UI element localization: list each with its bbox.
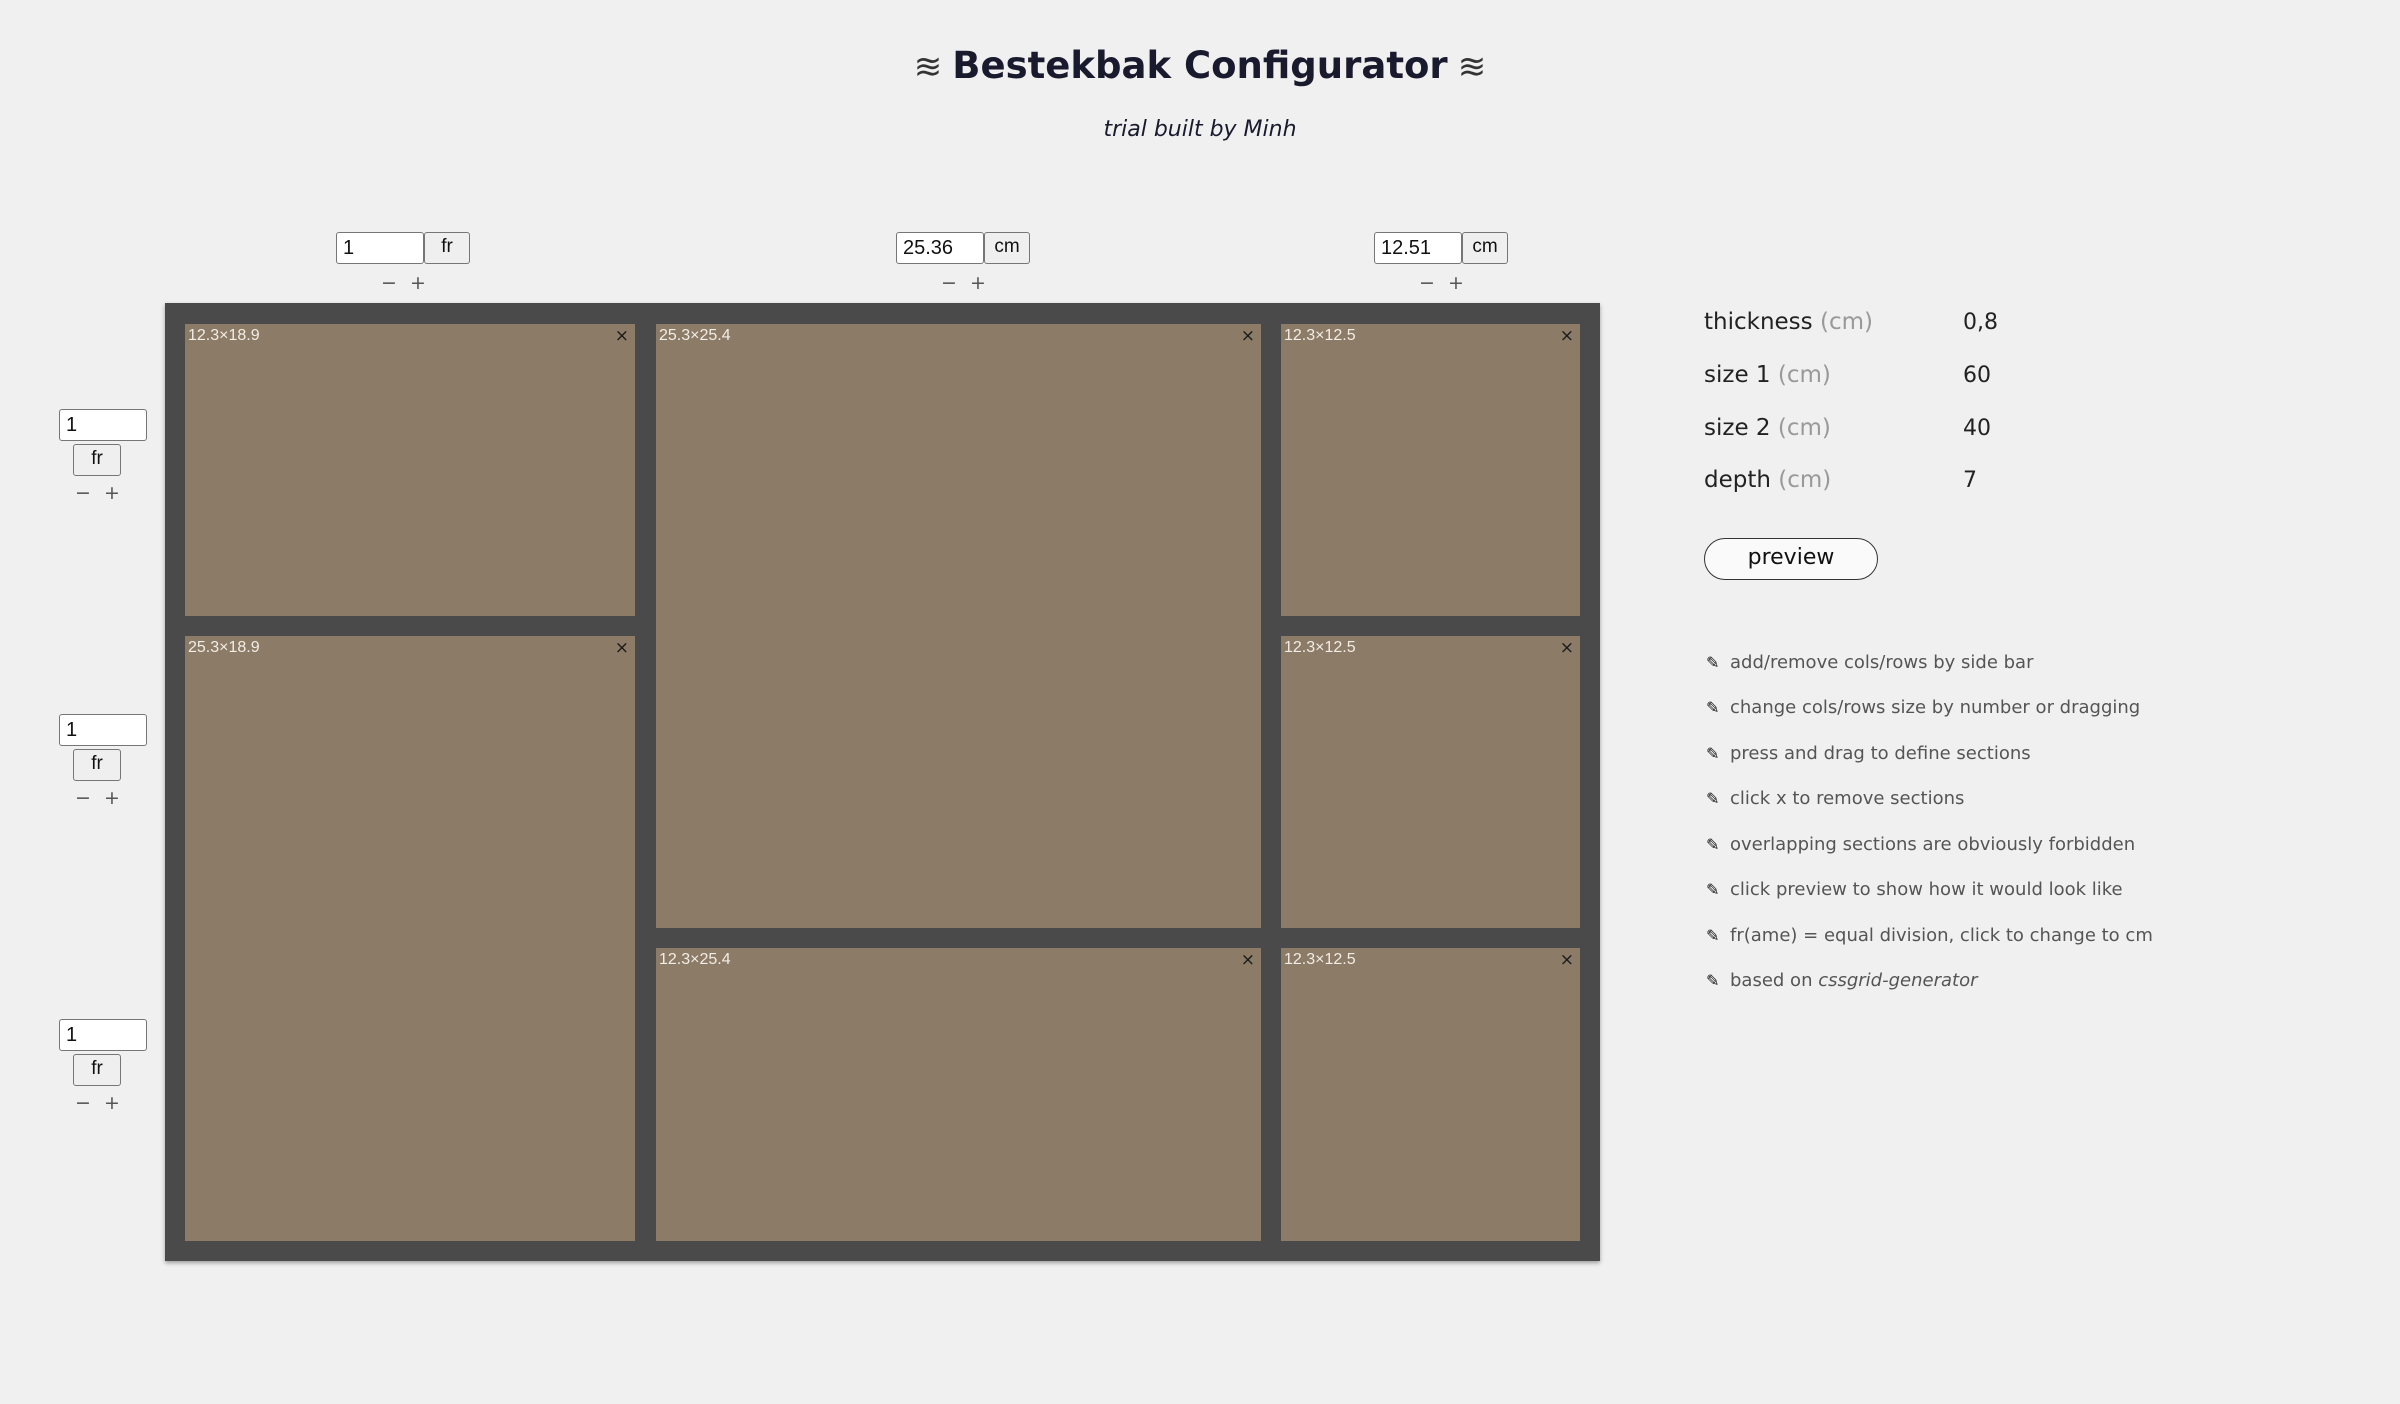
section[interactable]: 12.3×12.5 × <box>1281 948 1580 1241</box>
row-size-input[interactable]: 1 <box>59 714 147 746</box>
section-dimensions: 12.3×18.9 <box>188 327 260 344</box>
section-dimensions: 12.3×25.4 <box>659 951 731 968</box>
depth-unit: (cm) <box>1778 467 1832 493</box>
size-2-unit: (cm) <box>1777 415 1831 441</box>
title-decoration-right: ≋ <box>1457 47 1487 87</box>
depth-label-text: depth <box>1704 467 1771 493</box>
size-1-label: size 1 (cm) <box>1704 362 1831 388</box>
tip-text: based on <box>1730 970 1819 991</box>
size-2-label: size 2 (cm) <box>1704 415 1831 441</box>
column-size-input[interactable]: 25.36 <box>896 232 984 264</box>
row-remove-button[interactable]: − <box>72 787 94 809</box>
pencil-icon: ✎ <box>1706 971 1720 990</box>
column-unit-button[interactable]: cm <box>984 232 1030 264</box>
size-2-value[interactable]: 40 <box>1963 416 1991 441</box>
row-add-button[interactable]: + <box>101 482 123 504</box>
size-1-label-text: size 1 <box>1704 362 1771 388</box>
subtitle: trial built by Minh <box>1103 117 1297 142</box>
section[interactable]: 25.3×18.9 × <box>185 636 635 1241</box>
tip-item: ✎ click preview to show how it would look… <box>1706 879 2123 900</box>
row-unit-button[interactable]: fr <box>73 444 121 476</box>
grid-canvas[interactable]: 12.3×18.9 × 25.3×25.4 × 12.3×12.5 × 25.3… <box>165 303 1600 1261</box>
column-add-button[interactable]: + <box>407 272 429 294</box>
row-size-input[interactable]: 1 <box>59 409 147 441</box>
row-add-button[interactable]: + <box>101 787 123 809</box>
section[interactable]: 12.3×25.4 × <box>656 948 1261 1241</box>
preview-button[interactable]: preview <box>1704 538 1878 580</box>
column-add-button[interactable]: + <box>1445 272 1467 294</box>
tip-text: press and drag to define sections <box>1730 743 2031 764</box>
column-unit-button[interactable]: fr <box>424 232 470 264</box>
tip-item: ✎ fr(ame) = equal division, click to chan… <box>1706 925 2153 946</box>
section-dimensions: 25.3×18.9 <box>188 639 260 656</box>
section[interactable]: 25.3×25.4 × <box>656 324 1261 928</box>
remove-section-icon[interactable]: × <box>1241 950 1255 970</box>
section[interactable]: 12.3×12.5 × <box>1281 636 1580 928</box>
tip-text: overlapping sections are obviously forbi… <box>1730 834 2136 855</box>
row-remove-button[interactable]: − <box>72 482 94 504</box>
column-size-input[interactable]: 12.51 <box>1374 232 1462 264</box>
section[interactable]: 12.3×18.9 × <box>185 324 635 616</box>
size-1-value[interactable]: 60 <box>1963 363 1991 388</box>
depth-value[interactable]: 7 <box>1963 468 1977 493</box>
row-unit-button[interactable]: fr <box>73 749 121 781</box>
pencil-icon: ✎ <box>1706 789 1720 808</box>
tip-text: click preview to show how it would look … <box>1730 879 2123 900</box>
column-size-input[interactable]: 1 <box>336 232 424 264</box>
column-add-button[interactable]: + <box>967 272 989 294</box>
tip-text: fr(ame) = equal division, click to chang… <box>1730 925 2153 946</box>
tip-text: add/remove cols/rows by side bar <box>1730 652 2034 673</box>
tip-item: ✎ add/remove cols/rows by side bar <box>1706 652 2033 673</box>
depth-label: depth (cm) <box>1704 467 1831 493</box>
section-dimensions: 12.3×12.5 <box>1284 639 1356 656</box>
section-dimensions: 25.3×25.4 <box>659 327 731 344</box>
row-remove-button[interactable]: − <box>72 1092 94 1114</box>
pencil-icon: ✎ <box>1706 880 1720 899</box>
column-remove-button[interactable]: − <box>1416 272 1438 294</box>
tip-item: ✎ based on cssgrid-generator <box>1706 970 1978 991</box>
remove-section-icon[interactable]: × <box>1560 950 1574 970</box>
tip-item: ✎ change cols/rows size by number or drag… <box>1706 697 2140 718</box>
section-dimensions: 12.3×12.5 <box>1284 951 1356 968</box>
column-remove-button[interactable]: − <box>938 272 960 294</box>
thickness-value[interactable]: 0,8 <box>1963 310 1998 335</box>
cssgrid-generator-link[interactable]: cssgrid-generator <box>1818 970 1977 991</box>
pencil-icon: ✎ <box>1706 926 1720 945</box>
row-add-button[interactable]: + <box>101 1092 123 1114</box>
remove-section-icon[interactable]: × <box>615 638 629 658</box>
tip-text: click x to remove sections <box>1730 788 1965 809</box>
tip-item: ✎ press and drag to define sections <box>1706 743 2031 764</box>
tip-text: change cols/rows size by number or dragg… <box>1730 697 2141 718</box>
pencil-icon: ✎ <box>1706 653 1720 672</box>
tip-item: ✎ overlapping sections are obviously forb… <box>1706 834 2135 855</box>
pencil-icon: ✎ <box>1706 744 1720 763</box>
remove-section-icon[interactable]: × <box>1241 326 1255 346</box>
size-1-unit: (cm) <box>1777 362 1831 388</box>
section[interactable]: 12.3×12.5 × <box>1281 324 1580 616</box>
page-title: ≋ Bestekbak Configurator ≋ <box>0 44 2400 87</box>
thickness-label: thickness (cm) <box>1704 309 1873 335</box>
tip-item: ✎ click x to remove sections <box>1706 788 1964 809</box>
thickness-label-text: thickness <box>1704 309 1813 335</box>
row-unit-button[interactable]: fr <box>73 1054 121 1086</box>
title-decoration-left: ≋ <box>913 47 943 87</box>
remove-section-icon[interactable]: × <box>615 326 629 346</box>
section-dimensions: 12.3×12.5 <box>1284 327 1356 344</box>
pencil-icon: ✎ <box>1706 835 1720 854</box>
remove-section-icon[interactable]: × <box>1560 638 1574 658</box>
column-remove-button[interactable]: − <box>378 272 400 294</box>
size-2-label-text: size 2 <box>1704 415 1771 441</box>
title-text: Bestekbak Configurator <box>952 44 1448 87</box>
column-unit-button[interactable]: cm <box>1462 232 1508 264</box>
thickness-unit: (cm) <box>1819 309 1873 335</box>
pencil-icon: ✎ <box>1706 698 1720 717</box>
row-size-input[interactable]: 1 <box>59 1019 147 1051</box>
remove-section-icon[interactable]: × <box>1560 326 1574 346</box>
